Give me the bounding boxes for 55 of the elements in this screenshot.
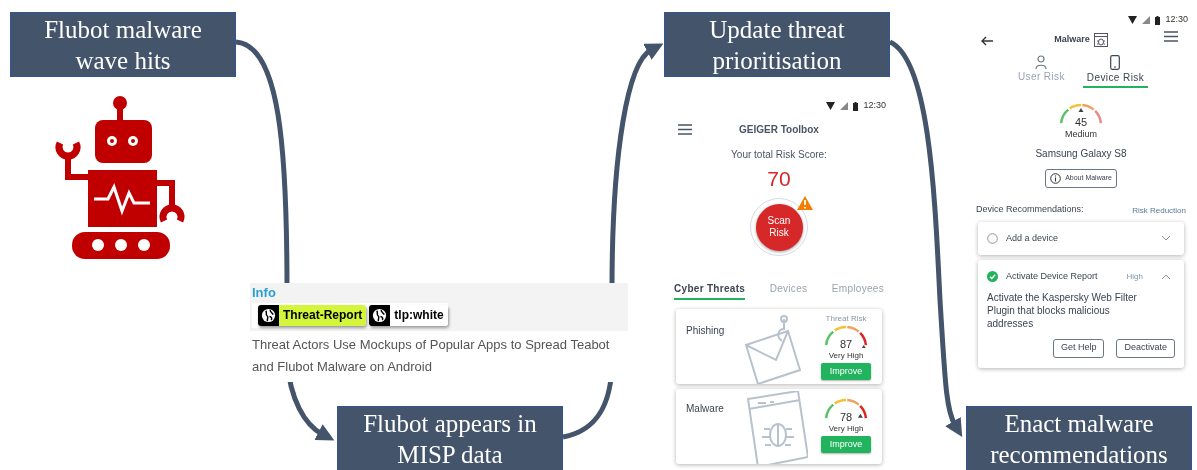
action-button[interactable]: Get Help — [1052, 338, 1105, 358]
scan-risk-button[interactable]: Scan Risk — [755, 203, 803, 251]
section-heading: Info — [252, 284, 277, 302]
wifi-icon — [826, 102, 836, 110]
chevron-icon[interactable] — [1161, 235, 1171, 242]
signal-icon — [1142, 16, 1151, 24]
wifi-icon — [1128, 16, 1138, 24]
menu-icon[interactable] — [678, 124, 692, 135]
risk-rating: Medium — [1065, 129, 1097, 139]
score-label: Your total Risk Score: — [730, 148, 828, 162]
signal-icon — [840, 102, 849, 110]
person-icon — [1035, 55, 1048, 69]
phone-icon — [1110, 55, 1121, 70]
gauge-arc — [1059, 103, 1103, 124]
risk-reduction-value: High — [1126, 270, 1143, 283]
threat-risk-label: Threat Risk — [825, 314, 867, 324]
info-icon — [1050, 173, 1062, 184]
threat-name: Phishing — [686, 324, 725, 338]
gauge-arc — [824, 325, 868, 346]
risk-score: 70 — [766, 166, 792, 192]
column-label: Risk Reduction — [1132, 204, 1186, 217]
step-label: Flubot appears in MISP data — [337, 406, 563, 470]
device-name: Samsung Galaxy S8 — [1035, 147, 1127, 161]
gauge-arc — [824, 398, 868, 419]
step-label: Update threat prioritisation — [664, 12, 890, 77]
app-title: GEIGER Toolbox — [739, 122, 819, 137]
status-time: 12:30 — [863, 99, 886, 113]
risk-rating: Very High — [828, 351, 864, 361]
page-title: Malware — [1054, 33, 1090, 47]
back-arrow-icon[interactable] — [981, 36, 993, 46]
checkbox[interactable] — [987, 232, 998, 244]
gauge-score: 87 — [839, 338, 853, 351]
section-label: Device Recommendations: — [976, 203, 1084, 216]
gauge-score: 45 — [1074, 116, 1088, 129]
status-time: 12:30 — [1165, 13, 1188, 27]
tab[interactable]: Device Risk — [1082, 55, 1149, 88]
browser-bug-icon — [1093, 33, 1108, 47]
recommendation-title: Activate Device Report — [1006, 270, 1099, 283]
recommendation-title: Add a device — [1006, 231, 1060, 245]
action-button[interactable]: Deactivate — [1116, 338, 1175, 358]
battery-icon — [853, 101, 859, 111]
battery-icon — [1155, 15, 1161, 25]
recommendation-text: Activate the Kaspersky Web Filter Plugin that blocks malicious addresses — [987, 290, 1138, 330]
gauge-score: 78 — [839, 411, 853, 424]
risk-rating: Very High — [828, 424, 864, 434]
checkbox[interactable] — [987, 271, 998, 283]
menu-icon[interactable] — [1164, 31, 1178, 42]
threat-name: Malware — [686, 402, 724, 416]
headline: Threat Actors Use Mockups of Popular Apps to Spread Teabot and Flubot Malware on Android — [251, 336, 611, 376]
step-label: Enact malware recommendations — [966, 406, 1192, 470]
step-label: Flubot malware wave hits — [10, 12, 236, 77]
tab[interactable]: Cyber Threats — [674, 281, 746, 300]
chevron-icon[interactable] — [1161, 273, 1171, 280]
globe-icon — [372, 308, 388, 323]
globe-icon — [261, 308, 276, 323]
